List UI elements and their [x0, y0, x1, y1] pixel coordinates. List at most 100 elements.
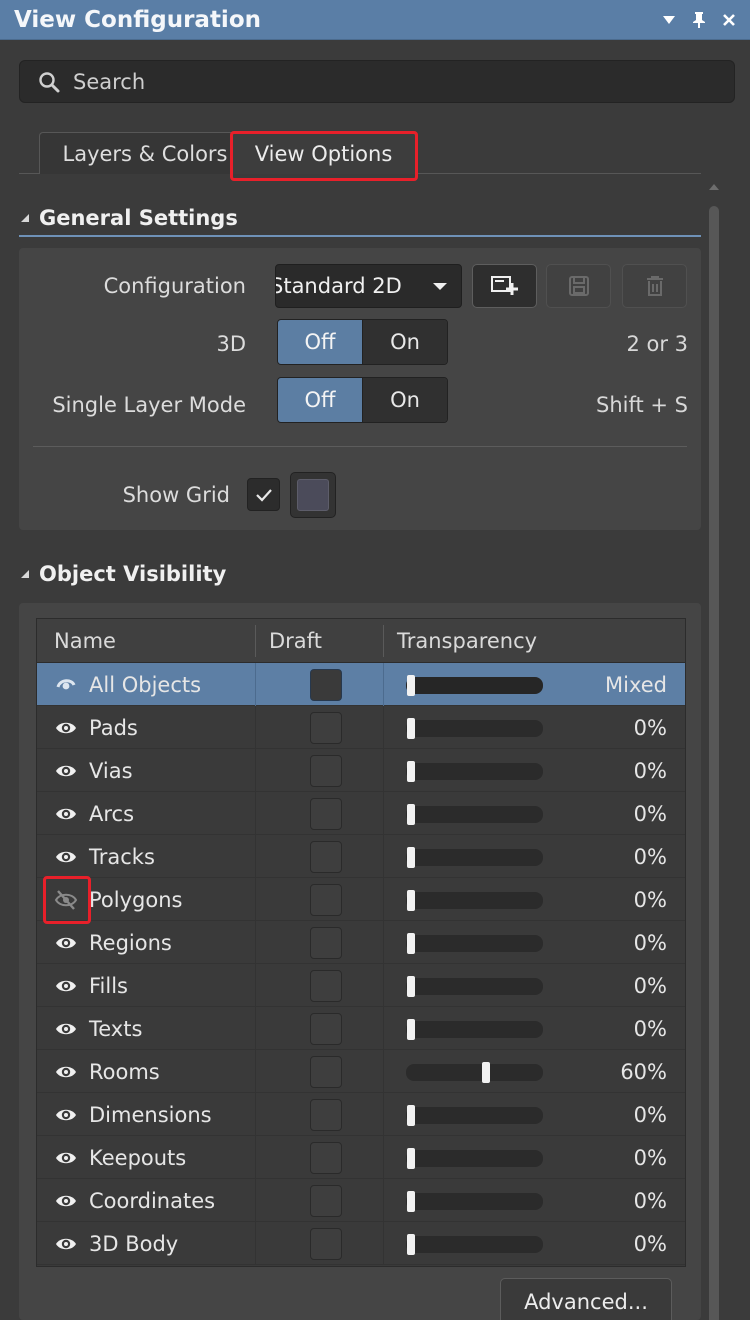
slider-handle[interactable] [407, 1234, 415, 1255]
draft-checkbox[interactable] [310, 1185, 342, 1217]
table-row[interactable]: 3D Body 0% [37, 1222, 685, 1265]
new-configuration-button[interactable] [472, 264, 537, 308]
table-row[interactable]: Dimensions 0% [37, 1093, 685, 1136]
transparency-slider[interactable] [406, 1234, 543, 1255]
draft-checkbox[interactable] [310, 798, 342, 830]
eye-icon[interactable] [54, 1060, 78, 1084]
slider-handle[interactable] [407, 761, 415, 782]
eye-icon[interactable] [54, 1189, 78, 1213]
eye-mixed-icon[interactable] [54, 673, 78, 697]
single-layer-on-option[interactable]: On [362, 378, 447, 422]
draft-checkbox[interactable] [310, 1142, 342, 1174]
eye-icon[interactable] [54, 716, 78, 740]
draft-checkbox[interactable] [310, 1228, 342, 1260]
transparency-slider[interactable] [406, 847, 543, 868]
close-button[interactable] [714, 0, 744, 40]
table-row[interactable]: Regions 0% [37, 921, 685, 964]
slider-handle[interactable] [407, 718, 415, 739]
transparency-slider[interactable] [406, 761, 543, 782]
scroll-up-arrow-icon[interactable] [709, 184, 719, 190]
table-row[interactable]: Polygons 0% [37, 878, 685, 921]
table-row[interactable]: Texts 0% [37, 1007, 685, 1050]
grid-color-swatch[interactable] [290, 472, 336, 518]
eye-icon[interactable] [54, 1146, 78, 1170]
slider-handle[interactable] [407, 1019, 415, 1040]
transparency-slider[interactable] [406, 1019, 543, 1040]
scroll-thumb[interactable] [709, 206, 719, 1320]
configuration-dropdown[interactable]: Standard 2D [275, 264, 462, 308]
eye-icon[interactable] [54, 931, 78, 955]
search-input[interactable] [73, 69, 673, 94]
3d-toggle[interactable]: Off On [277, 319, 448, 365]
transparency-slider[interactable] [406, 976, 543, 997]
slider-handle[interactable] [407, 847, 415, 868]
eye-icon[interactable] [54, 802, 78, 826]
table-row[interactable]: Pads 0% [37, 706, 685, 749]
3d-on-option[interactable]: On [362, 320, 447, 364]
tab-view-options[interactable]: View Options [231, 132, 416, 174]
draft-checkbox[interactable] [310, 970, 342, 1002]
eye-icon[interactable] [54, 974, 78, 998]
pin-button[interactable] [684, 0, 714, 40]
column-name[interactable]: Name [54, 619, 116, 663]
column-separator[interactable] [255, 625, 256, 657]
table-row[interactable]: All Objects Mixed [37, 663, 685, 706]
column-separator[interactable] [383, 625, 384, 657]
slider-handle[interactable] [407, 1105, 415, 1126]
table-row[interactable]: Fills 0% [37, 964, 685, 1007]
transparency-slider[interactable] [406, 675, 543, 696]
search-box[interactable] [19, 60, 735, 103]
table-row[interactable]: Coordinates 0% [37, 1179, 685, 1222]
transparency-slider[interactable] [406, 804, 543, 825]
draft-checkbox[interactable] [310, 1013, 342, 1045]
transparency-slider[interactable] [406, 890, 543, 911]
draft-checkbox[interactable] [310, 669, 342, 701]
save-configuration-button[interactable] [546, 264, 611, 308]
object-visibility-header[interactable]: Object Visibility [19, 562, 226, 586]
column-draft[interactable]: Draft [269, 619, 322, 663]
draft-checkbox[interactable] [310, 884, 342, 916]
table-row[interactable]: Arcs 0% [37, 792, 685, 835]
transparency-slider[interactable] [406, 1062, 543, 1083]
draft-checkbox[interactable] [310, 755, 342, 787]
slider-handle[interactable] [407, 1191, 415, 1212]
table-row[interactable]: Vias 0% [37, 749, 685, 792]
slider-handle[interactable] [407, 804, 415, 825]
transparency-slider[interactable] [406, 1148, 543, 1169]
slider-handle[interactable] [407, 1148, 415, 1169]
eye-icon[interactable] [54, 845, 78, 869]
draft-checkbox[interactable] [310, 841, 342, 873]
slider-handle[interactable] [482, 1062, 490, 1083]
panel-menu-button[interactable] [654, 0, 684, 40]
transparency-slider[interactable] [406, 933, 543, 954]
vertical-scrollbar[interactable] [707, 184, 721, 1320]
eye-icon[interactable] [54, 1017, 78, 1041]
transparency-slider[interactable] [406, 1105, 543, 1126]
column-transparency[interactable]: Transparency [397, 619, 537, 663]
slider-handle[interactable] [407, 976, 415, 997]
delete-configuration-button[interactable] [622, 264, 687, 308]
table-row[interactable]: Rooms 60% [37, 1050, 685, 1093]
single-layer-off-option[interactable]: Off [278, 378, 362, 422]
eye-hidden-icon[interactable] [54, 888, 78, 912]
eye-icon[interactable] [54, 1232, 78, 1256]
slider-handle[interactable] [407, 933, 415, 954]
eye-icon[interactable] [54, 1103, 78, 1127]
eye-icon[interactable] [54, 759, 78, 783]
draft-checkbox[interactable] [310, 712, 342, 744]
slider-handle[interactable] [407, 675, 415, 696]
show-grid-checkbox[interactable] [247, 478, 280, 511]
single-layer-mode-toggle[interactable]: Off On [277, 377, 448, 423]
table-row[interactable]: Tracks 0% [37, 835, 685, 878]
table-row[interactable]: Keepouts 0% [37, 1136, 685, 1179]
slider-handle[interactable] [407, 890, 415, 911]
tab-layers-colors[interactable]: Layers & Colors [39, 132, 251, 174]
transparency-slider[interactable] [406, 1191, 543, 1212]
draft-checkbox[interactable] [310, 1099, 342, 1131]
draft-checkbox[interactable] [310, 927, 342, 959]
draft-checkbox[interactable] [310, 1056, 342, 1088]
general-settings-header[interactable]: General Settings [19, 206, 238, 230]
transparency-slider[interactable] [406, 718, 543, 739]
3d-off-option[interactable]: Off [278, 320, 362, 364]
advanced-button[interactable]: Advanced... [500, 1278, 672, 1320]
